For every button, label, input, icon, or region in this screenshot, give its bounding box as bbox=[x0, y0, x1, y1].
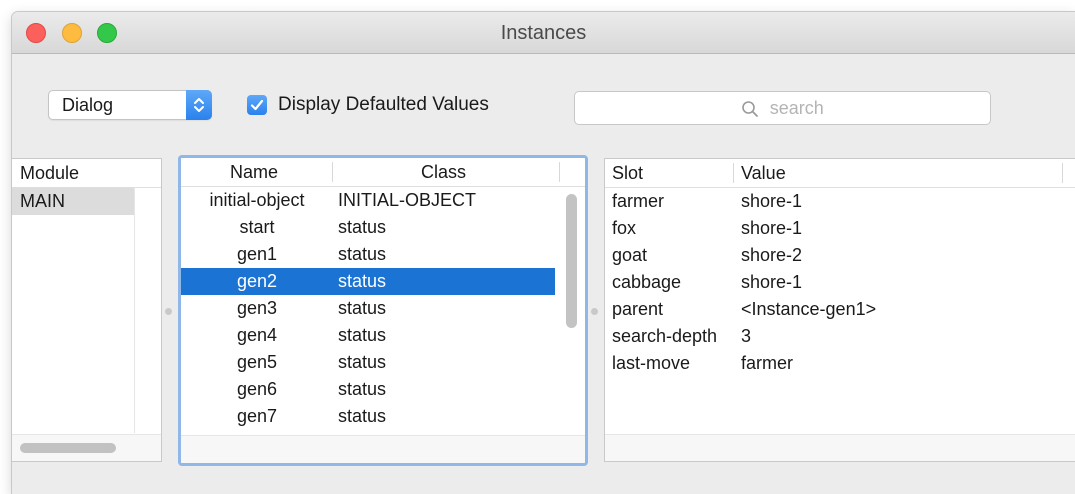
instance-name: gen5 bbox=[236, 352, 278, 372]
value-column-header[interactable]: Value bbox=[741, 163, 786, 184]
slot-value: shore-2 bbox=[741, 245, 803, 265]
instance-name: initial-object bbox=[209, 190, 305, 210]
column-divider bbox=[559, 162, 560, 182]
module-view-popup[interactable]: Dialog bbox=[48, 90, 212, 120]
class-column-header[interactable]: Class bbox=[421, 162, 466, 183]
instance-name: gen2 bbox=[236, 271, 278, 291]
slot-table[interactable]: Slot Value farmer shore-1 fox shore-1 go… bbox=[604, 158, 1075, 462]
module-column-header[interactable]: Module bbox=[20, 163, 79, 184]
instance-name: start bbox=[239, 217, 275, 237]
module-header-row: Module bbox=[12, 159, 161, 188]
column-divider bbox=[1062, 163, 1063, 183]
slot-value: farmer bbox=[741, 353, 794, 373]
display-defaulted-checkbox[interactable] bbox=[247, 95, 267, 115]
instance-class: status bbox=[338, 325, 387, 345]
slot-value: shore-1 bbox=[741, 191, 803, 211]
module-name: MAIN bbox=[20, 191, 65, 211]
slot-name: search-depth bbox=[612, 326, 718, 346]
slot-name: farmer bbox=[612, 191, 665, 211]
name-column-header[interactable]: Name bbox=[230, 162, 278, 183]
instance-row[interactable]: gen4 status bbox=[181, 322, 585, 349]
scroll-thumb[interactable] bbox=[20, 443, 116, 453]
chevron-up-down-icon bbox=[186, 90, 212, 120]
instance-row[interactable]: gen1 status bbox=[181, 241, 585, 268]
slot-name: last-move bbox=[612, 353, 691, 373]
instance-class: status bbox=[338, 217, 387, 237]
slot-row[interactable]: last-move farmer bbox=[605, 350, 1075, 377]
instance-row[interactable]: gen7 status bbox=[181, 403, 585, 430]
instance-name: gen3 bbox=[236, 298, 278, 318]
slot-row[interactable]: fox shore-1 bbox=[605, 215, 1075, 242]
slot-row[interactable]: cabbage shore-1 bbox=[605, 269, 1075, 296]
slot-row[interactable]: search-depth 3 bbox=[605, 323, 1075, 350]
display-defaulted-label[interactable]: Display Defaulted Values bbox=[278, 94, 489, 116]
instance-row[interactable]: gen6 status bbox=[181, 376, 585, 403]
checkmark-icon bbox=[250, 99, 264, 111]
popup-value: Dialog bbox=[62, 95, 114, 115]
column-divider bbox=[733, 163, 734, 183]
slot-value: 3 bbox=[741, 326, 752, 346]
module-horizontal-scrollbar[interactable] bbox=[12, 434, 161, 461]
instance-class: status bbox=[338, 379, 387, 399]
instance-name: gen4 bbox=[236, 325, 278, 345]
slot-value: shore-1 bbox=[741, 272, 803, 292]
instance-header-row: Name Class bbox=[181, 158, 585, 187]
instance-row[interactable]: gen5 status bbox=[181, 349, 585, 376]
instance-class: status bbox=[338, 244, 387, 264]
instance-row-selected[interactable]: gen2 status bbox=[181, 268, 555, 295]
title-bar[interactable]: Instances bbox=[12, 12, 1075, 54]
instance-row[interactable]: start status bbox=[181, 214, 585, 241]
column-divider bbox=[332, 162, 333, 182]
instance-vertical-scroll-thumb[interactable] bbox=[566, 194, 577, 328]
instances-window: Instances Dialog Display Defaulted Value… bbox=[12, 12, 1075, 494]
module-list[interactable]: Module MAIN bbox=[12, 158, 162, 462]
slot-name: parent bbox=[612, 299, 664, 319]
instance-name: gen7 bbox=[236, 406, 278, 426]
instance-class: status bbox=[338, 352, 387, 372]
splitter-handle-left[interactable] bbox=[165, 308, 172, 315]
instance-class: status bbox=[338, 406, 387, 426]
slot-value: shore-1 bbox=[741, 218, 803, 238]
search-field[interactable]: search bbox=[574, 91, 991, 125]
instance-horizontal-scrollbar[interactable] bbox=[181, 435, 585, 463]
window-title: Instances bbox=[500, 22, 587, 44]
slot-value: <Instance-gen1> bbox=[741, 299, 877, 319]
instance-class: INITIAL-OBJECT bbox=[338, 190, 477, 210]
splitter-handle-right[interactable] bbox=[591, 308, 598, 315]
slot-horizontal-scrollbar[interactable] bbox=[605, 434, 1075, 461]
instance-row[interactable]: initial-object INITIAL-OBJECT bbox=[181, 187, 585, 214]
instance-class: status bbox=[338, 271, 387, 291]
instance-table[interactable]: Name Class initial-object INITIAL-OBJECT… bbox=[178, 155, 588, 466]
instance-row[interactable]: gen3 status bbox=[181, 295, 585, 322]
column-divider bbox=[134, 187, 135, 433]
search-placeholder: search bbox=[769, 98, 824, 118]
instance-name: gen1 bbox=[236, 244, 278, 264]
slot-name: fox bbox=[612, 218, 637, 238]
module-row-main[interactable]: MAIN bbox=[12, 188, 134, 215]
instance-class: status bbox=[338, 298, 387, 318]
slot-row[interactable]: farmer shore-1 bbox=[605, 188, 1075, 215]
slot-column-header[interactable]: Slot bbox=[612, 163, 643, 184]
slot-name: goat bbox=[612, 245, 648, 265]
instance-name: gen6 bbox=[236, 379, 278, 399]
slot-name: cabbage bbox=[612, 272, 682, 292]
slot-header-row: Slot Value bbox=[605, 159, 1075, 188]
slot-row[interactable]: goat shore-2 bbox=[605, 242, 1075, 269]
slot-row[interactable]: parent <Instance-gen1> bbox=[605, 296, 1075, 323]
search-icon bbox=[742, 100, 759, 117]
